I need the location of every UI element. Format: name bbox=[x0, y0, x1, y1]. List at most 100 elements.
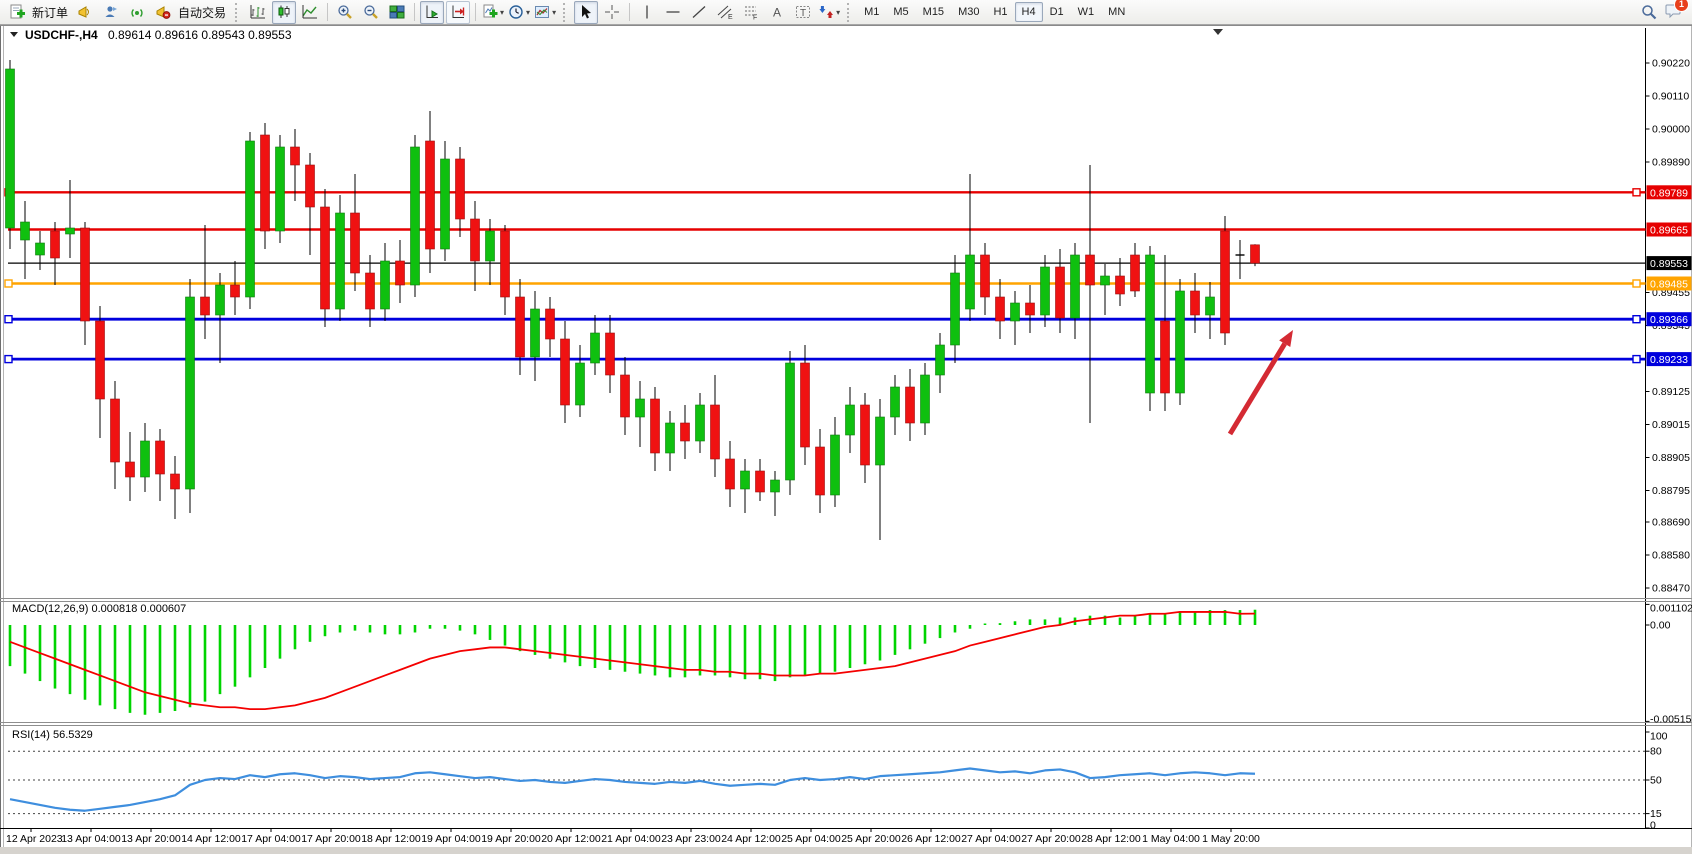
candlestick-chart-button[interactable] bbox=[272, 1, 296, 24]
dropdown-caret-icon: ▾ bbox=[836, 8, 840, 17]
svg-text:0.89125: 0.89125 bbox=[1652, 386, 1690, 398]
bar-chart-button[interactable] bbox=[246, 1, 270, 24]
svg-text:0.88580: 0.88580 bbox=[1652, 550, 1690, 562]
signal-button[interactable] bbox=[125, 1, 149, 24]
svg-text:25 Apr 04:00: 25 Apr 04:00 bbox=[781, 833, 841, 845]
chart-shift-icon bbox=[450, 4, 466, 20]
toolbar-grip[interactable] bbox=[235, 3, 240, 22]
text-a-icon: A bbox=[769, 4, 785, 20]
svg-text:17 Apr 20:00: 17 Apr 20:00 bbox=[301, 833, 361, 845]
svg-text:0.89485: 0.89485 bbox=[1650, 279, 1688, 291]
timeframe-m30-button[interactable]: M30 bbox=[951, 2, 986, 22]
crosshair-button[interactable] bbox=[600, 1, 624, 24]
text-button[interactable]: A bbox=[765, 1, 789, 24]
indicators-icon bbox=[482, 4, 498, 20]
timeframe-m1-button[interactable]: M1 bbox=[857, 2, 886, 22]
svg-text:19 Apr 04:00: 19 Apr 04:00 bbox=[421, 833, 481, 845]
cursor-icon bbox=[578, 4, 594, 20]
toolbar-separator bbox=[629, 3, 630, 21]
notification-badge[interactable]: 1 bbox=[1674, 0, 1689, 12]
community-button[interactable] bbox=[99, 1, 123, 24]
svg-text:20 Apr 12:00: 20 Apr 12:00 bbox=[541, 833, 601, 845]
timeframe-w1-button[interactable]: W1 bbox=[1071, 2, 1102, 22]
svg-text:100: 100 bbox=[1650, 731, 1668, 743]
horizontal-line-icon bbox=[665, 4, 681, 20]
svg-text:T: T bbox=[800, 8, 806, 19]
timeframe-m15-button[interactable]: M15 bbox=[916, 2, 951, 22]
dropdown-caret-icon: ▾ bbox=[552, 8, 556, 17]
timeframe-h4-button[interactable]: H4 bbox=[1015, 2, 1043, 22]
timeframe-mn-button[interactable]: MN bbox=[1101, 2, 1132, 22]
auto-scroll-button[interactable] bbox=[420, 1, 444, 24]
auto-trading-icon bbox=[155, 4, 171, 20]
equidistant-channel-button[interactable]: E bbox=[713, 1, 737, 24]
svg-text:27 Apr 04:00: 27 Apr 04:00 bbox=[961, 833, 1021, 845]
svg-text:0.89665: 0.89665 bbox=[1650, 225, 1688, 237]
horizontal-line-button[interactable] bbox=[661, 1, 685, 24]
indicators-button[interactable]: ▾ bbox=[481, 1, 505, 24]
svg-text:21 Apr 04:00: 21 Apr 04:00 bbox=[601, 833, 661, 845]
svg-text:0.89233: 0.89233 bbox=[1650, 354, 1688, 366]
dropdown-caret-icon: ▾ bbox=[526, 8, 530, 17]
dropdown-caret-icon: ▾ bbox=[500, 8, 504, 17]
svg-text:0.89789: 0.89789 bbox=[1650, 187, 1688, 199]
svg-text:0.88690: 0.88690 bbox=[1652, 517, 1690, 529]
templates-button[interactable]: ▾ bbox=[533, 1, 557, 24]
timeframe-group: M1M5M15M30H1H4D1W1MN bbox=[857, 2, 1132, 22]
svg-text:19 Apr 20:00: 19 Apr 20:00 bbox=[481, 833, 541, 845]
periods-button[interactable]: ▾ bbox=[507, 1, 531, 24]
search-icon[interactable] bbox=[1641, 4, 1657, 20]
svg-text:0.88905: 0.88905 bbox=[1652, 452, 1690, 464]
arrows-button[interactable]: ▾ bbox=[817, 1, 841, 24]
svg-text:17 Apr 04:00: 17 Apr 04:00 bbox=[241, 833, 301, 845]
svg-text:0.88470: 0.88470 bbox=[1652, 583, 1690, 595]
zoom-out-icon bbox=[363, 4, 379, 20]
chart-canvas[interactable]: 0.902200.901100.900000.898900.894550.893… bbox=[0, 25, 1692, 854]
text-label-icon: T bbox=[795, 4, 811, 20]
svg-text:0.00: 0.00 bbox=[1650, 620, 1671, 632]
timeframe-m5-button[interactable]: M5 bbox=[886, 2, 915, 22]
timeframe-h1-button[interactable]: H1 bbox=[986, 2, 1014, 22]
svg-text:24 Apr 12:00: 24 Apr 12:00 bbox=[721, 833, 781, 845]
cursor-button[interactable] bbox=[574, 1, 598, 24]
tile-windows-button[interactable] bbox=[385, 1, 409, 24]
arrow-objects-icon bbox=[818, 4, 834, 20]
svg-text:26 Apr 12:00: 26 Apr 12:00 bbox=[901, 833, 961, 845]
fibonacci-icon: F bbox=[743, 4, 759, 20]
svg-text:50: 50 bbox=[1650, 775, 1662, 787]
svg-text:13 Apr 04:00: 13 Apr 04:00 bbox=[61, 833, 121, 845]
toolbar-grip[interactable] bbox=[563, 3, 568, 22]
zoom-in-icon bbox=[337, 4, 353, 20]
svg-text:F: F bbox=[753, 15, 757, 21]
horn-icon bbox=[77, 4, 93, 20]
new-order-label[interactable]: 新订单 bbox=[30, 4, 72, 21]
chart-shift-button[interactable] bbox=[446, 1, 470, 24]
svg-text:0.001102: 0.001102 bbox=[1650, 603, 1692, 615]
chat-button[interactable]: 1 bbox=[1665, 2, 1682, 23]
auto-trading-label[interactable]: 自动交易 bbox=[176, 4, 230, 21]
trendline-button[interactable] bbox=[687, 1, 711, 24]
toolbar-grip[interactable] bbox=[847, 3, 852, 22]
svg-text:E: E bbox=[728, 14, 733, 20]
zoom-out-button[interactable] bbox=[359, 1, 383, 24]
zoom-in-button[interactable] bbox=[333, 1, 357, 24]
svg-text:0.90220: 0.90220 bbox=[1652, 58, 1690, 70]
sound-alert-button[interactable] bbox=[73, 1, 97, 24]
svg-text:A: A bbox=[773, 6, 781, 20]
svg-text:23 Apr 23:00: 23 Apr 23:00 bbox=[661, 833, 721, 845]
svg-text:27 Apr 20:00: 27 Apr 20:00 bbox=[1021, 833, 1081, 845]
svg-text:12 Apr 2023: 12 Apr 2023 bbox=[6, 833, 63, 845]
vertical-line-button[interactable] bbox=[635, 1, 659, 24]
line-chart-button[interactable] bbox=[298, 1, 322, 24]
svg-text:15: 15 bbox=[1650, 808, 1662, 820]
new-order-button[interactable] bbox=[5, 1, 29, 24]
toolbar-separator bbox=[327, 3, 328, 21]
chart-title: USDCHF-,H40.89614 0.89616 0.89543 0.8955… bbox=[10, 28, 292, 42]
fibonacci-button[interactable]: F bbox=[739, 1, 763, 24]
auto-trading-button[interactable] bbox=[151, 1, 175, 24]
text-label-button[interactable]: T bbox=[791, 1, 815, 24]
svg-text:18 Apr 12:00: 18 Apr 12:00 bbox=[361, 833, 421, 845]
trendline-icon bbox=[691, 4, 707, 20]
svg-text:80: 80 bbox=[1650, 746, 1662, 758]
timeframe-d1-button[interactable]: D1 bbox=[1043, 2, 1071, 22]
